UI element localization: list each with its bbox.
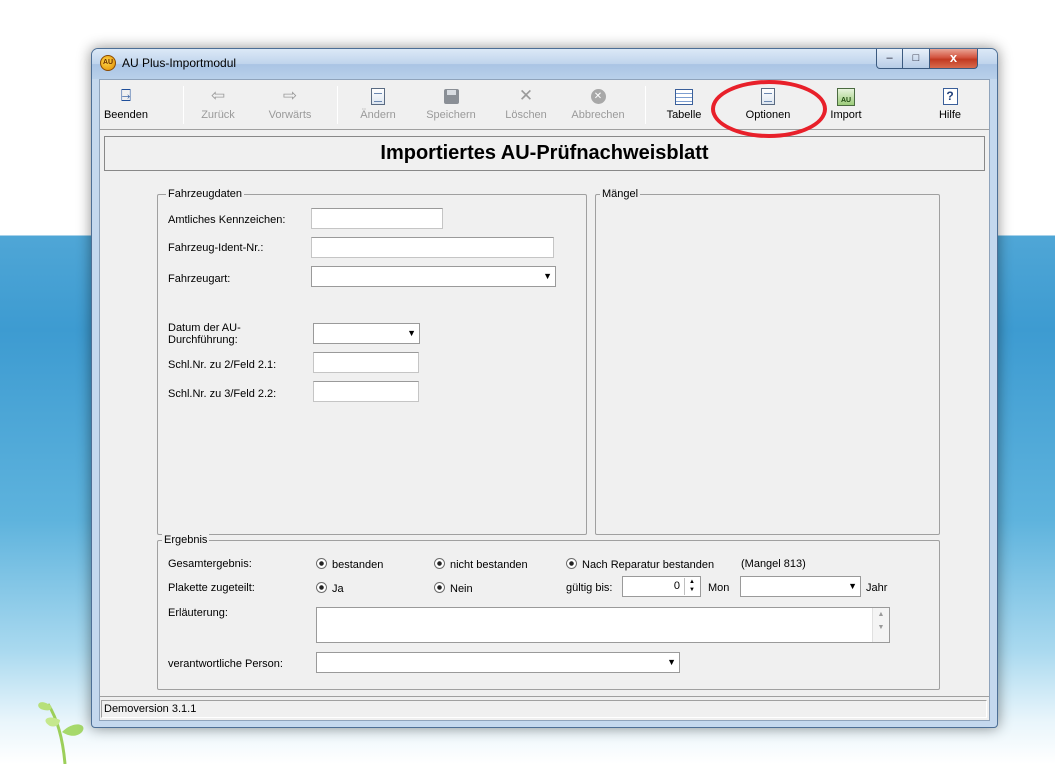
radio-dot-icon xyxy=(434,558,445,569)
responsible-person-label: verantwortliche Person: xyxy=(168,658,283,670)
radio-sticker-no[interactable]: Nein xyxy=(434,582,473,595)
edit-label: Ändern xyxy=(360,109,396,121)
radio-dot-icon xyxy=(316,558,327,569)
cancel-icon: ✕ xyxy=(565,85,631,107)
radio-dot-icon xyxy=(566,558,577,569)
forward-label: Vorwärts xyxy=(268,109,312,121)
toolbar-separator xyxy=(337,86,338,124)
save-label: Speichern xyxy=(426,109,476,121)
edit-icon xyxy=(353,85,403,107)
defect-note: (Mangel 813) xyxy=(741,558,806,570)
status-bar: Demoversion 3.1.1 xyxy=(100,696,989,720)
radio-passed[interactable]: bestanden xyxy=(316,558,383,571)
radio-sticker-yes[interactable]: Ja xyxy=(316,582,344,595)
kennzeichen-field[interactable] xyxy=(311,208,443,229)
back-label: Zurück xyxy=(201,109,235,121)
save-button[interactable]: Speichern xyxy=(418,83,484,127)
exit-label: Beenden xyxy=(103,109,149,121)
plant-decoration xyxy=(38,702,84,764)
app-window: AU AU Plus-Importmodul – □ x ⍈ Beenden ⇦… xyxy=(91,48,998,728)
import-button[interactable]: AU Import xyxy=(822,83,870,127)
cancel-button[interactable]: ✕ Abbrechen xyxy=(565,83,631,127)
import-icon: AU xyxy=(822,85,870,107)
chevron-down-icon: ▼ xyxy=(848,581,857,591)
radio-passed-after-repair[interactable]: Nach Reparatur bestanden xyxy=(566,558,714,571)
help-icon: ? xyxy=(928,85,972,107)
chevron-down-icon: ▼ xyxy=(667,657,676,667)
table-icon xyxy=(658,85,710,107)
table-label: Tabelle xyxy=(666,109,702,121)
help-label: Hilfe xyxy=(938,109,961,121)
toolbar-separator xyxy=(183,86,184,124)
vehicle-type-label: Fahrzeugart: xyxy=(168,273,231,285)
scrollbar[interactable]: ▲ ▼ xyxy=(872,608,889,642)
forward-button[interactable]: ⇨ Vorwärts xyxy=(260,83,320,127)
client-area: ⍈ Beenden ⇦ Zurück ⇨ Vorwärts Ändern Spe… xyxy=(99,79,990,721)
delete-button[interactable]: ✕ Löschen xyxy=(498,83,554,127)
import-label: Import xyxy=(830,109,862,121)
responsible-person-select[interactable]: ▼ xyxy=(316,652,680,673)
help-button[interactable]: ? Hilfe xyxy=(928,83,972,127)
months-value: 0 xyxy=(673,580,680,592)
valid-until-label: gültig bis: xyxy=(566,582,613,594)
au-date-picker[interactable]: ▼ xyxy=(313,323,420,344)
back-button[interactable]: ⇦ Zurück xyxy=(192,83,244,127)
ident-number-field[interactable] xyxy=(311,237,554,258)
exit-button[interactable]: ⍈ Beenden xyxy=(102,83,150,127)
toolbar: ⍈ Beenden ⇦ Zurück ⇨ Vorwärts Ändern Spe… xyxy=(100,80,989,130)
explanation-textarea[interactable]: ▲ ▼ xyxy=(316,607,890,643)
schl21-field[interactable] xyxy=(313,352,419,373)
title-bar[interactable]: AU AU Plus-Importmodul – □ x xyxy=(92,49,997,79)
explanation-label: Erläuterung: xyxy=(168,607,228,619)
highlight-ellipse xyxy=(711,80,827,138)
schl21-label: Schl.Nr. zu 2/Feld 2.1: xyxy=(168,359,277,371)
overall-result-label: Gesamtergebnis: xyxy=(168,558,252,570)
window-title: AU Plus-Importmodul xyxy=(122,56,237,70)
datum-label-line2: Durchführung: xyxy=(168,334,238,346)
arrow-left-icon: ⇦ xyxy=(210,86,226,105)
sticker-label: Plakette zugeteilt: xyxy=(168,582,255,594)
kennzeichen-label: Amtliches Kennzeichen: xyxy=(168,214,286,226)
schl22-field[interactable] xyxy=(313,381,419,402)
table-button[interactable]: Tabelle xyxy=(658,83,710,127)
radio-not-passed[interactable]: nicht bestanden xyxy=(434,558,528,571)
result-legend: Ergebnis xyxy=(162,534,210,546)
ident-label: Fahrzeug-Ident-Nr.: xyxy=(168,242,264,254)
close-button[interactable]: x xyxy=(930,49,978,69)
vehicle-type-select[interactable]: ▼ xyxy=(311,266,556,287)
minimize-button[interactable]: – xyxy=(876,49,903,69)
arrow-right-icon: ⇨ xyxy=(282,86,298,105)
edit-button[interactable]: Ändern xyxy=(353,83,403,127)
datum-label-line1: Datum der AU- xyxy=(168,322,241,334)
app-logo-icon: AU xyxy=(100,55,116,71)
toolbar-separator xyxy=(645,86,646,124)
cancel-label: Abbrechen xyxy=(571,109,625,121)
maximize-button[interactable]: □ xyxy=(903,49,930,69)
radio-dot-icon xyxy=(434,582,445,593)
chevron-down-icon: ▼ xyxy=(543,271,552,281)
chevron-down-icon: ▼ xyxy=(407,328,416,338)
status-text: Demoversion 3.1.1 xyxy=(101,700,987,718)
delete-icon: ✕ xyxy=(518,86,534,105)
exit-door-icon: ⍈ xyxy=(120,86,132,105)
defects-group: Mängel xyxy=(595,188,940,535)
spin-arrows-icon[interactable]: ▲ ▼ xyxy=(684,578,699,595)
vehicle-data-legend: Fahrzeugdaten xyxy=(166,188,244,200)
save-icon xyxy=(418,85,484,107)
year-select[interactable]: ▼ xyxy=(740,576,861,597)
page-title: Importiertes AU-Prüfnachweisblatt xyxy=(104,136,985,171)
month-label: Mon xyxy=(708,582,730,594)
months-stepper[interactable]: 0 ▲ ▼ xyxy=(622,576,701,597)
radio-dot-icon xyxy=(316,582,327,593)
year-label: Jahr xyxy=(866,582,888,594)
defects-legend: Mängel xyxy=(600,188,641,200)
schl22-label: Schl.Nr. zu 3/Feld 2.2: xyxy=(168,388,277,400)
delete-label: Löschen xyxy=(505,109,547,121)
